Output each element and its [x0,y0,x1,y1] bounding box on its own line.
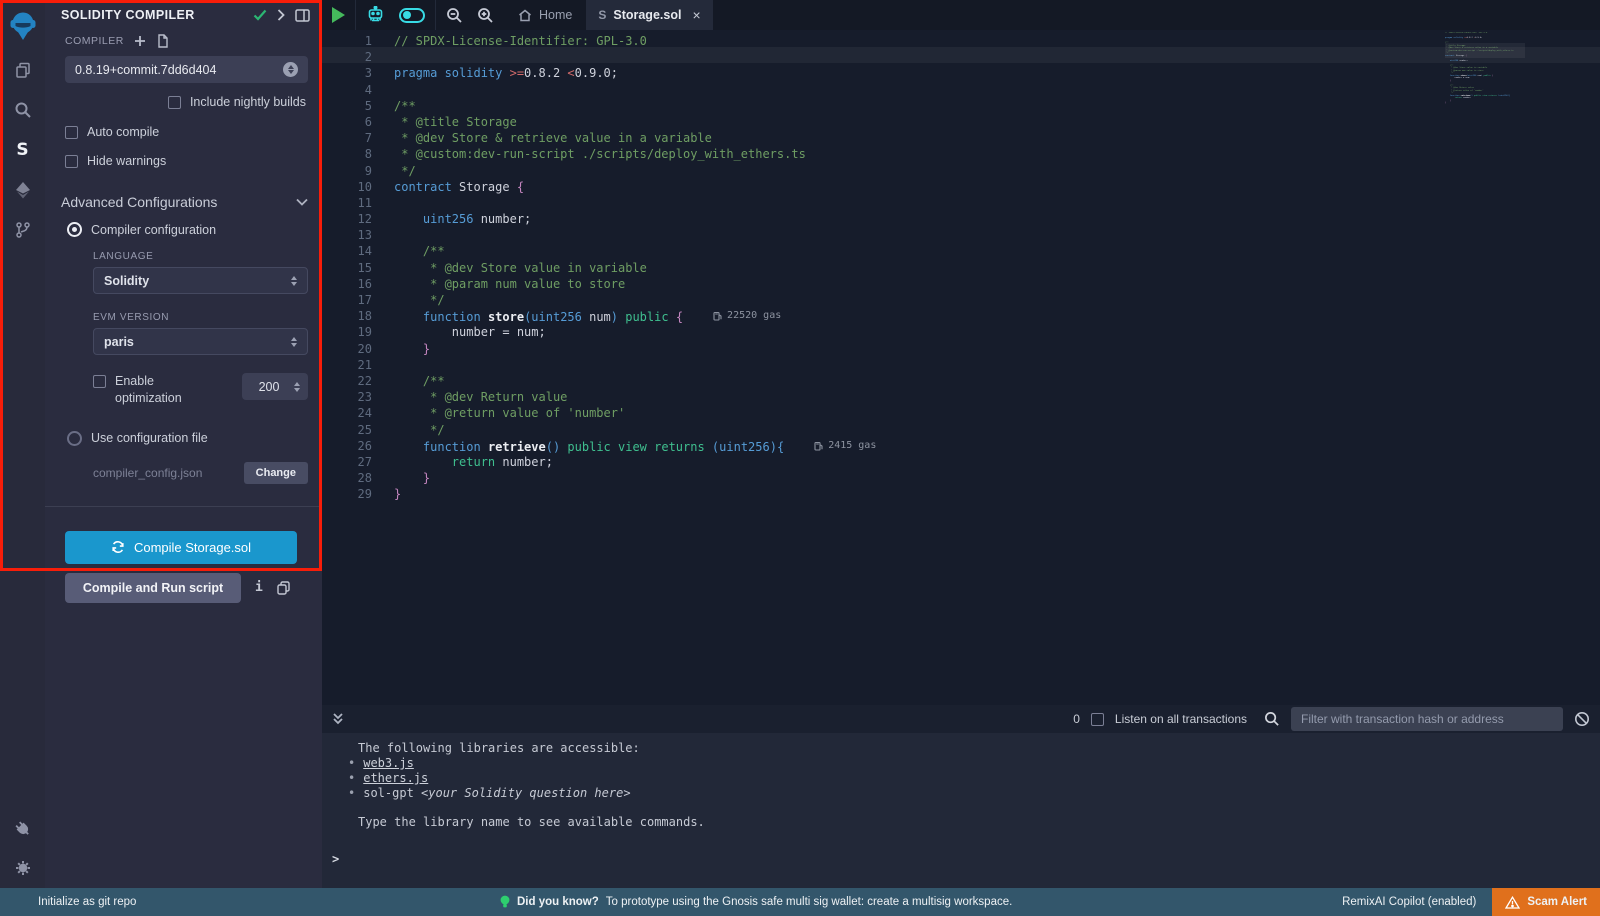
config-file-name: compiler_config.json [93,466,244,480]
evm-version-label: EVM VERSION [45,294,322,328]
terminal-collapse-icon[interactable] [332,712,344,726]
deploy-run-icon[interactable] [0,170,45,210]
close-tab-icon[interactable]: × [692,7,700,23]
tab-home[interactable]: Home [504,0,586,30]
compile-and-run-button[interactable]: Compile and Run script [65,573,241,603]
warning-icon [1505,896,1520,909]
ai-copilot-toggle[interactable] [399,8,425,23]
auto-compile-label: Auto compile [87,125,159,139]
run-script-play-button[interactable] [332,7,345,23]
enable-optimization-label: Enable optimization [115,373,203,407]
compile-button[interactable]: Compile Storage.sol [65,531,297,564]
nightly-builds-checkbox[interactable] [168,96,181,109]
promote-compiler-icon[interactable] [156,34,169,48]
tab-storage-sol[interactable]: S Storage.sol × [586,0,712,30]
git-init-status[interactable]: Initialize as git repo [38,896,136,908]
terminal-toolbar: 0 Listen on all transactions [322,705,1600,733]
web3-link[interactable]: web3.js [363,756,414,770]
solidity-compiler-icon[interactable]: S [0,130,45,170]
panel-title: SOLIDITY COMPILER [61,8,243,22]
git-icon[interactable] [0,210,45,250]
compile-button-label: Compile Storage.sol [134,540,251,555]
terminal-hint: Type the library name to see available c… [358,815,1600,830]
terminal-search-icon[interactable] [1264,711,1280,727]
solidity-file-icon: S [598,8,606,22]
terminal-intro: The following libraries are accessible: [358,741,1600,756]
terminal-lib-ethers: ethers.js [348,771,1600,786]
remix-ide: S SOLIDITY [0,0,1600,916]
add-compiler-icon[interactable] [134,35,146,47]
language-select[interactable]: Solidity [93,267,308,294]
pin-panel-icon[interactable] [295,9,310,22]
compiler-section-label: COMPILER [65,35,124,47]
nightly-builds-label: Include nightly builds [190,95,306,109]
copilot-status[interactable]: RemixAI Copilot (enabled) [1342,896,1476,908]
zoom-out-icon[interactable] [446,7,463,24]
auto-compile-checkbox[interactable] [65,126,78,139]
hide-warnings-checkbox[interactable] [65,155,78,168]
clear-console-icon[interactable] [1574,711,1590,727]
enable-optimization-checkbox[interactable] [93,375,106,388]
search-icon[interactable] [0,90,45,130]
line-numbers[interactable]: 1234567891011121314151617181920212223242… [322,33,372,502]
terminal-prompt[interactable]: > [332,852,1600,866]
compiled-check-icon [253,9,267,21]
transaction-filter-input[interactable] [1291,707,1563,731]
chevron-right-icon[interactable] [277,9,285,21]
remix-logo[interactable] [0,2,45,50]
code-editor[interactable]: 1234567891011121314151617181920212223242… [322,30,1600,705]
listen-transactions-checkbox[interactable] [1091,713,1104,726]
status-bar: Initialize as git repo Did you know? To … [0,888,1600,916]
icon-panel: S [0,0,45,888]
terminal-lib-solgpt: sol-gpt <your Solidity question here> [348,786,1600,801]
advanced-configurations-title: Advanced Configurations [61,194,296,210]
ai-copilot-robot-icon[interactable] [366,6,385,24]
language-label: LANGUAGE [45,237,322,267]
optimization-runs-stepper[interactable]: 200 [242,373,308,400]
ethers-link[interactable]: ethers.js [363,771,428,785]
chevron-down-icon [296,198,308,206]
plugin-manager-icon[interactable] [0,808,45,848]
scam-alert-button[interactable]: Scam Alert [1492,888,1600,916]
hide-warnings-label: Hide warnings [87,154,166,168]
did-you-know-tip: Did you know? To prototype using the Gno… [500,895,1012,910]
panel-divider [45,506,322,507]
compiler-configuration-radio[interactable] [67,222,82,237]
evm-version-value: paris [104,335,291,349]
code-lines[interactable]: // SPDX-License-Identifier: GPL-3.0pragm… [394,33,1440,502]
select-arrows-icon [291,276,297,286]
refresh-icon [111,540,125,554]
active-plugin-indicator [0,134,3,162]
minimap-slider[interactable] [1445,43,1525,58]
change-config-button[interactable]: Change [244,462,308,484]
file-explorer-icon[interactable] [0,50,45,90]
editor-tabbar: Home S Storage.sol × [322,0,1600,30]
evm-version-select[interactable]: paris [93,328,308,355]
compiler-version-select[interactable]: 0.8.19+commit.7dd6d404 [65,56,308,83]
stepper-arrows-icon [294,382,300,392]
terminal-lib-web3: web3.js [348,756,1600,771]
optimization-runs-value: 200 [250,380,288,394]
use-configuration-file-radio[interactable] [67,431,82,446]
lightbulb-icon [500,895,510,910]
compiler-version-value: 0.8.19+commit.7dd6d404 [75,63,283,77]
solidity-compiler-panel: SOLIDITY COMPILER COMPILER 0.8.19+commit… [45,0,322,888]
active-tab-label: Storage.sol [613,8,681,22]
use-configuration-file-label: Use configuration file [91,431,208,445]
transaction-count-badge: 0 [1073,712,1080,726]
zoom-in-icon[interactable] [477,7,494,24]
terminal-output[interactable]: The following libraries are accessible: … [322,733,1600,888]
main-area: Home S Storage.sol × 1234567891011121314… [322,0,1600,888]
listen-transactions-label: Listen on all transactions [1115,712,1247,726]
home-tab-label: Home [539,8,572,22]
advanced-configurations-toggle[interactable]: Advanced Configurations [45,168,322,210]
version-sort-icon [283,62,298,77]
compiler-configuration-label: Compiler configuration [91,223,216,237]
copy-icon[interactable] [277,581,290,595]
language-value: Solidity [104,274,291,288]
select-arrows-icon [291,337,297,347]
info-icon[interactable]: i [255,580,263,595]
settings-icon[interactable] [0,848,45,888]
home-icon [518,9,532,22]
